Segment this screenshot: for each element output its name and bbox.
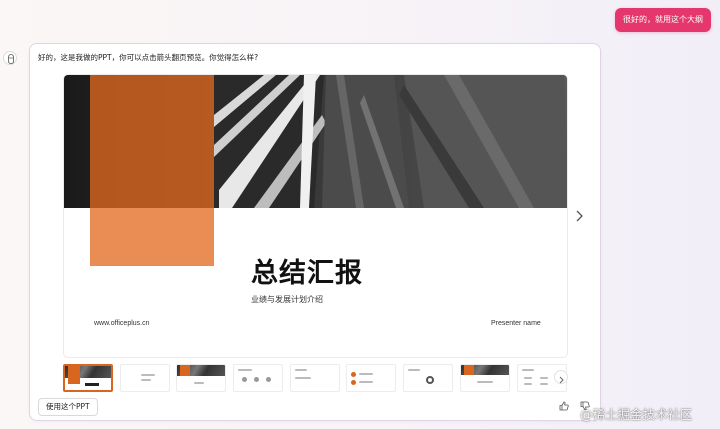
thumbnail-orange (180, 365, 190, 376)
thumbnail-dot (351, 372, 356, 377)
thumbnail-dot (254, 377, 259, 382)
thumbnail-slide-8[interactable] (460, 364, 510, 392)
thumbnail-line (359, 373, 373, 375)
slide-presenter: Presenter name (491, 320, 541, 327)
thumbnail-next-button[interactable] (554, 370, 568, 384)
thumbnail-slide-1[interactable] (63, 364, 113, 392)
thumbnail-line (524, 377, 532, 379)
thumbnail-line (540, 377, 548, 379)
thumbnail-line (477, 381, 493, 383)
thumbnail-slide-2[interactable] (120, 364, 170, 392)
watermark: @稀土掘金技术社区 (580, 407, 693, 422)
orange-accent-block-lower (90, 208, 214, 266)
slide-website: www.officeplus.cn (94, 320, 150, 327)
orange-accent-block (90, 75, 214, 208)
slide-title: 总结汇报 (251, 258, 363, 289)
thumbnail-line (408, 369, 420, 371)
use-this-ppt-button[interactable]: 使用这个PPT (38, 398, 98, 416)
thumbnail-slide-6[interactable] (346, 364, 396, 392)
chevron-right-icon (576, 210, 583, 222)
thumbnail-dot (266, 377, 271, 382)
slide-subtitle: 业绩与发展计划介绍 (251, 295, 323, 304)
thumbnail-line (522, 369, 534, 371)
thumbnail-slide-7[interactable] (403, 364, 453, 392)
user-message-bubble: 很好的，就用这个大纲 (615, 8, 711, 32)
thumbnail-line (194, 382, 204, 384)
thumbnail-title (85, 383, 99, 386)
thumbnail-line (295, 369, 307, 371)
assistant-message-text: 好的，这是我做的PPT，你可以点击箭头翻页预览。你觉得怎么样? (38, 53, 259, 62)
assistant-avatar-icon (3, 51, 17, 65)
thumbnail-line (141, 379, 151, 381)
chevron-right-icon (559, 376, 564, 384)
thumbnail-dot (426, 376, 434, 384)
thumbnail-slide-3[interactable] (176, 364, 226, 392)
thumbnail-slide-5[interactable] (290, 364, 340, 392)
assistant-message-card: 好的，这是我做的PPT，你可以点击箭头翻页预览。你觉得怎么样? 总结汇报 业绩与… (29, 43, 601, 421)
thumbnail-dot (242, 377, 247, 382)
next-slide-button[interactable] (574, 208, 586, 224)
thumbnail-line (359, 381, 373, 383)
thumbnail-line (524, 383, 532, 385)
thumbnail-line (540, 383, 548, 385)
thumbnail-orange (68, 366, 80, 384)
thumbnail-line (238, 369, 252, 371)
thumbnail-line (295, 377, 311, 379)
thumbs-up-icon[interactable] (559, 401, 569, 411)
thumbnail-orange (464, 365, 474, 375)
thumbnail-dot (351, 380, 356, 385)
thumbnail-slide-4[interactable] (233, 364, 283, 392)
thumbnail-strip (63, 364, 569, 392)
thumbnail-line (141, 374, 155, 376)
slide-preview: 总结汇报 业绩与发展计划介绍 www.officeplus.cn Present… (63, 74, 568, 358)
